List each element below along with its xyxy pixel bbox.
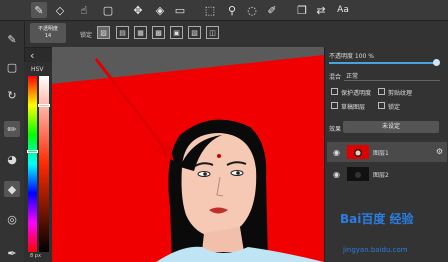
lock-checker-icon[interactable]: ▩ bbox=[152, 26, 165, 39]
lock-label: 锁定 bbox=[80, 32, 93, 39]
forehead-dot bbox=[217, 154, 221, 158]
transform-icon[interactable]: ▢ bbox=[100, 2, 116, 18]
smudge-icon[interactable]: ☝ bbox=[76, 2, 92, 18]
draft-layer-checkbox[interactable] bbox=[331, 102, 338, 109]
lock-other-icon[interactable]: ◫ bbox=[206, 26, 219, 39]
select-icon[interactable]: ⬚ bbox=[202, 2, 218, 18]
brush-opacity-value: 14 bbox=[44, 33, 52, 39]
blend-mode-select[interactable] bbox=[344, 70, 440, 81]
canvas-artwork bbox=[52, 55, 324, 262]
brush-opacity-label: 不透明度 bbox=[37, 26, 58, 32]
protect-alpha-label: 保护透明度 bbox=[341, 90, 372, 97]
layer-name: 图层2 bbox=[373, 172, 389, 179]
draft-layer-label: 草稿图层 bbox=[341, 104, 366, 111]
brush-icon[interactable]: ✎ bbox=[31, 2, 47, 18]
blend-label: 混合 bbox=[329, 74, 342, 81]
palette-icon[interactable]: ◕ bbox=[4, 151, 20, 167]
move-icon[interactable]: ✥ bbox=[130, 2, 146, 18]
hue-marker[interactable] bbox=[27, 150, 38, 153]
brush-panel-icon[interactable]: ✏ bbox=[4, 121, 20, 137]
gradient-icon[interactable]: ▭ bbox=[172, 2, 188, 18]
text-tool[interactable]: Aa bbox=[335, 2, 351, 18]
layer-row-2[interactable]: ◉ 图层2 bbox=[327, 164, 447, 184]
lock-pattern-icon[interactable]: ▤ bbox=[116, 26, 129, 39]
eye-icon[interactable]: ◉ bbox=[333, 170, 340, 179]
effect-label: 效果 bbox=[329, 126, 342, 133]
saturation-marker[interactable] bbox=[38, 104, 50, 107]
eye-icon[interactable]: ◉ bbox=[333, 148, 340, 157]
layers-move-icon[interactable]: ⇄ bbox=[313, 2, 329, 18]
lock-checkbox[interactable] bbox=[378, 102, 385, 109]
material-icon[interactable]: ◎ bbox=[4, 211, 20, 227]
blend-mode-value: 正常 bbox=[346, 73, 359, 80]
hue-slider[interactable] bbox=[28, 76, 37, 252]
effect-button[interactable]: 未设定 bbox=[343, 121, 439, 133]
layer-opacity-text: 不透明度 100 % bbox=[329, 53, 374, 60]
layer-opacity-thumb[interactable] bbox=[433, 59, 440, 66]
lock-checkbox-label: 锁定 bbox=[388, 104, 401, 111]
layer-thumbnail bbox=[347, 145, 369, 159]
lasso-icon[interactable]: ◌ bbox=[244, 2, 260, 18]
edit-doc-icon[interactable]: ✎ bbox=[4, 31, 20, 47]
layers-icon[interactable]: ◆ bbox=[4, 181, 20, 197]
lock-selection-icon[interactable]: ▣ bbox=[170, 26, 183, 39]
eraser-icon[interactable]: ◇ bbox=[52, 2, 68, 18]
hsv-label: HSV bbox=[31, 66, 44, 73]
rotate-icon[interactable]: ↻ bbox=[4, 87, 20, 103]
lock-grid-icon[interactable]: ▦ bbox=[134, 26, 147, 39]
frame-icon[interactable]: ▢ bbox=[4, 59, 20, 75]
tool-options-bar: 不透明度 14 锁定 ▨ ▤ ▦ ▩ ▣ ▧ ◫ bbox=[0, 21, 448, 48]
baidu-url: jingyan.baidu.com bbox=[343, 246, 408, 254]
back-arrow-icon[interactable]: ‹ bbox=[30, 49, 34, 62]
brush-opacity-box[interactable]: 不透明度 14 bbox=[30, 23, 66, 43]
lock-alpha-icon[interactable]: ▧ bbox=[188, 26, 201, 39]
baidu-watermark: Bai百度 经验 bbox=[340, 212, 414, 226]
layer-thumbnail bbox=[347, 167, 369, 181]
layer-opacity-slider[interactable] bbox=[329, 62, 437, 64]
pen-icon[interactable]: ✒ bbox=[4, 245, 20, 261]
saturation-slider[interactable] bbox=[39, 76, 49, 252]
lock-none-icon[interactable]: ▨ bbox=[97, 26, 110, 39]
fill-icon[interactable]: ◈ bbox=[152, 2, 168, 18]
clipping-label: 剪贴纹理 bbox=[388, 90, 413, 97]
protect-alpha-checkbox[interactable] bbox=[331, 88, 338, 95]
edit-icon[interactable]: ✐ bbox=[264, 2, 280, 18]
drawing-canvas[interactable] bbox=[52, 47, 324, 262]
copy-icon[interactable]: ❐ bbox=[294, 2, 310, 18]
clipping-checkbox[interactable] bbox=[378, 88, 385, 95]
brush-size-label: 8 px bbox=[30, 253, 41, 259]
top-toolbar: ✎ ◇ ☝ ▢ ✥ ◈ ▭ ⬚ ⚲ ◌ ✐ ❐ ⇄ Aa bbox=[0, 0, 448, 21]
left-sidebar: ✎ ▢ ↻ ✏ ◕ ◆ ◎ ✒ bbox=[0, 21, 25, 262]
magic-wand-icon[interactable]: ⚲ bbox=[224, 2, 240, 18]
gear-icon[interactable]: ⚙ bbox=[436, 147, 443, 156]
layer-row-1[interactable]: ◉ 图层1 ⚙ bbox=[327, 142, 447, 162]
layer-name: 图层1 bbox=[373, 150, 389, 157]
